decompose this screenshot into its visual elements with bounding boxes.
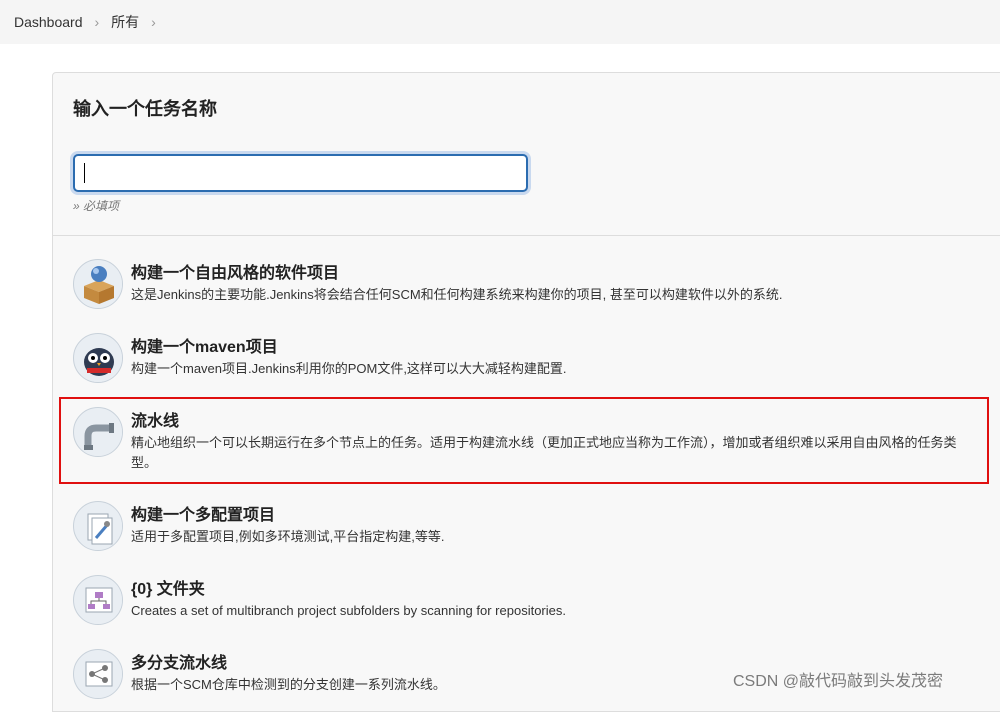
item-freestyle[interactable]: 构建一个自由风格的软件项目 这是Jenkins的主要功能.Jenkins将会结合…: [53, 259, 993, 311]
item-organization-folder[interactable]: {0} 文件夹 Creates a set of multibranch pro…: [53, 575, 993, 627]
item-name: {0} 文件夹: [131, 581, 205, 598]
item-description: 这是Jenkins的主要功能.Jenkins将会结合任何SCM和任何构建系统来构…: [131, 287, 783, 302]
breadcrumb-all[interactable]: 所有: [111, 12, 139, 32]
text-caret: [84, 163, 85, 183]
pipeline-highlight-box: [59, 397, 989, 484]
breadcrumb: Dashboard › 所有 ›: [0, 0, 1000, 44]
multibranch-icon: [73, 649, 123, 699]
new-item-panel: 输入一个任务名称 » 必填项 构建一个自由风格的软件项目 这是Jenkins的主…: [52, 72, 1000, 712]
multi-config-icon: [73, 501, 123, 551]
required-note: » 必填项: [73, 199, 120, 213]
item-description: Creates a set of multibranch project sub…: [131, 603, 566, 618]
item-description: 适用于多配置项目,例如多环境测试,平台指定构建,等等.: [131, 529, 445, 544]
item-multi-config[interactable]: 构建一个多配置项目 适用于多配置项目,例如多环境测试,平台指定构建,等等.: [53, 501, 993, 553]
organization-folder-icon: [73, 575, 123, 625]
item-name: 构建一个多配置项目: [131, 507, 276, 524]
item-maven[interactable]: 构建一个maven项目 构建一个maven项目.Jenkins利用你的POM文件…: [53, 333, 993, 385]
item-name: 多分支流水线: [131, 655, 228, 672]
freestyle-package-icon: [73, 259, 123, 309]
item-name: 构建一个自由风格的软件项目: [131, 265, 340, 282]
chevron-right-icon: ›: [94, 14, 100, 30]
chevron-right-icon[interactable]: ›: [151, 14, 156, 30]
task-name-heading: 输入一个任务名称: [73, 99, 217, 119]
watermark: CSDN @敲代码敲到头发茂密: [733, 673, 944, 690]
divider: [53, 235, 1000, 236]
item-name: 构建一个maven项目: [131, 339, 278, 356]
item-description: 构建一个maven项目.Jenkins利用你的POM文件,这样可以大大减轻构建配…: [131, 361, 567, 376]
breadcrumb-dashboard[interactable]: Dashboard: [14, 14, 83, 30]
task-name-input[interactable]: [73, 154, 528, 192]
maven-owl-icon: [73, 333, 123, 383]
